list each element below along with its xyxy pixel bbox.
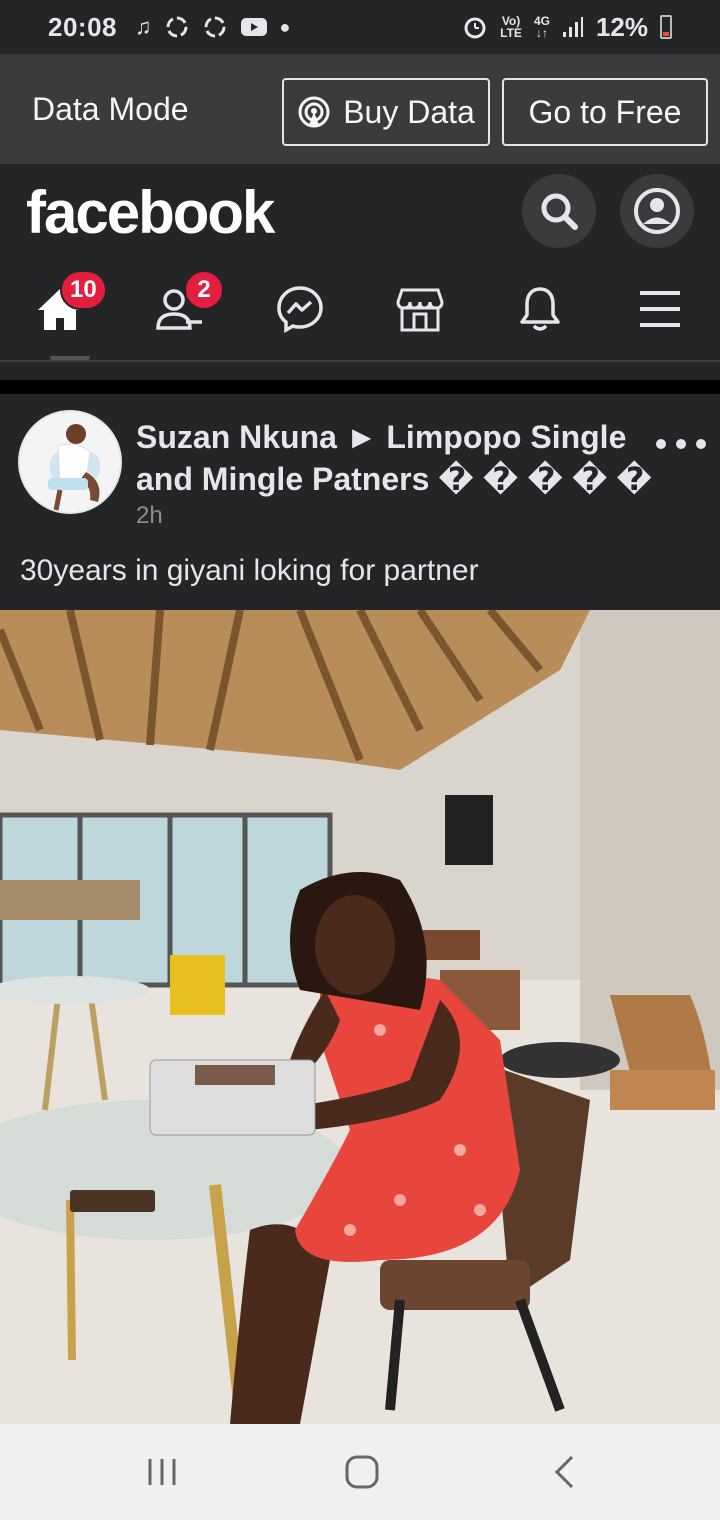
post-text: 30years in giyani loking for partner bbox=[20, 554, 479, 587]
post-photo[interactable] bbox=[0, 610, 720, 1424]
search-button[interactable] bbox=[522, 174, 596, 248]
facebook-header: facebook 10 2 bbox=[0, 164, 720, 360]
feed-separator bbox=[0, 380, 720, 394]
user-circle-icon bbox=[634, 188, 680, 234]
page: 20:08 ♫ ● Vo) LTE 4G ↓↑ 12% Data Mode Bu… bbox=[0, 0, 720, 1520]
home-circle-icon bbox=[345, 1455, 379, 1489]
status-bar: 20:08 ♫ ● Vo) LTE 4G ↓↑ 12% bbox=[0, 0, 720, 54]
system-icons: Vo) LTE 4G ↓↑ 12% bbox=[462, 12, 672, 43]
network-4g-icon: 4G ↓↑ bbox=[533, 14, 550, 40]
band bbox=[0, 362, 720, 380]
post-options-button[interactable] bbox=[656, 424, 706, 464]
marketplace-icon bbox=[396, 288, 444, 332]
post-image bbox=[0, 610, 720, 1424]
search-icon bbox=[541, 193, 578, 230]
android-nav-bar bbox=[0, 1424, 720, 1520]
sync-icon bbox=[166, 16, 187, 38]
home-button[interactable] bbox=[322, 1444, 402, 1500]
more-dot-icon bbox=[656, 439, 666, 449]
battery-percent: 12% bbox=[595, 11, 648, 42]
data-mode-bar: Data Mode Buy Data Go to Free bbox=[0, 54, 720, 164]
home-badge: 10 bbox=[60, 270, 107, 310]
back-button[interactable] bbox=[524, 1444, 604, 1500]
friends-badge: 2 bbox=[184, 270, 224, 310]
antenna-icon bbox=[298, 96, 330, 128]
feed-post: Suzan Nkuna ► Limpopo Single and Mingle … bbox=[0, 394, 720, 1424]
avatar-photo bbox=[20, 412, 120, 512]
nav-friends[interactable]: 2 bbox=[120, 264, 240, 354]
recents-icon bbox=[148, 1459, 176, 1485]
status-time: 20:08 bbox=[48, 11, 117, 42]
youtube-icon bbox=[240, 18, 267, 36]
alarm-icon bbox=[464, 17, 486, 39]
bell-icon bbox=[520, 287, 560, 331]
author-avatar[interactable] bbox=[18, 410, 122, 514]
nav-menu[interactable] bbox=[600, 264, 720, 354]
music-note-icon: ♫ bbox=[135, 14, 152, 39]
main-nav: 10 2 bbox=[0, 264, 720, 354]
nav-home[interactable]: 10 bbox=[0, 264, 120, 354]
notification-icons: ♫ ● bbox=[135, 14, 290, 40]
go-to-free-label: Go to Free bbox=[528, 93, 682, 130]
messenger-icon bbox=[277, 286, 323, 333]
recents-button[interactable] bbox=[122, 1444, 202, 1500]
back-chevron-icon bbox=[554, 1455, 574, 1489]
nav-marketplace[interactable] bbox=[360, 264, 480, 354]
hamburger-menu-icon bbox=[640, 291, 680, 327]
data-mode-label: Data Mode bbox=[32, 90, 189, 127]
facebook-logo[interactable]: facebook bbox=[26, 178, 275, 247]
nav-notifications[interactable] bbox=[480, 264, 600, 354]
buy-data-label: Buy Data bbox=[343, 93, 475, 130]
volte-icon: Vo) LTE bbox=[500, 14, 522, 40]
signal-bars-icon bbox=[562, 17, 583, 37]
sync-icon-2 bbox=[204, 16, 225, 38]
battery-icon bbox=[660, 15, 672, 39]
more-dot-icon bbox=[696, 439, 706, 449]
profile-button[interactable] bbox=[620, 174, 694, 248]
more-dot-icon bbox=[676, 439, 686, 449]
dot-icon: ● bbox=[279, 16, 291, 37]
nav-messenger[interactable] bbox=[240, 264, 360, 354]
post-timestamp[interactable]: 2h bbox=[136, 502, 163, 530]
go-to-free-button[interactable]: Go to Free bbox=[502, 78, 708, 146]
buy-data-button[interactable]: Buy Data bbox=[282, 78, 490, 146]
post-author[interactable]: Suzan Nkuna ► Limpopo Single and Mingle … bbox=[136, 416, 656, 500]
